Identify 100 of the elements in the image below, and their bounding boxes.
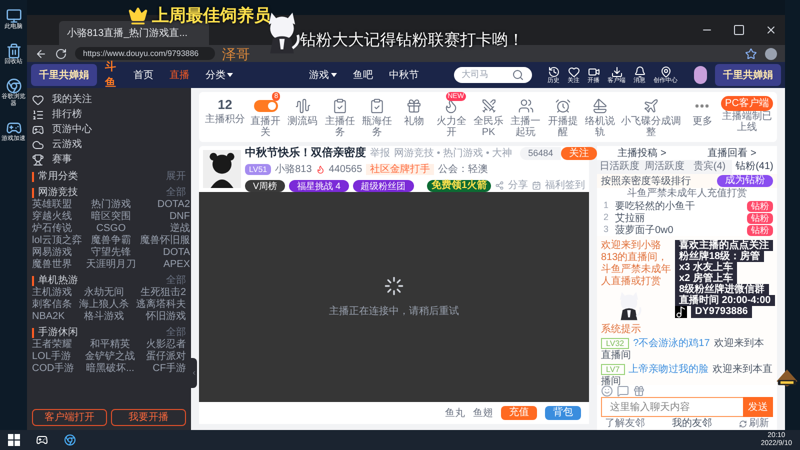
badge-pill[interactable]: 福星挑战 4 — [289, 180, 349, 192]
toolbar-item[interactable]: 测流码 — [288, 116, 318, 127]
category-link[interactable]: 魔兽怀旧服 — [140, 235, 190, 247]
message-icon[interactable] — [617, 385, 629, 397]
category-link[interactable]: 逃离塔科夫 — [136, 299, 186, 311]
category-link[interactable]: 蛋仔派对 — [146, 351, 186, 363]
tab[interactable]: 贵宾(4) — [687, 160, 732, 174]
more-link[interactable]: 展开 — [166, 169, 186, 184]
toolbar-item[interactable]: 更多 — [692, 116, 712, 127]
more-link[interactable]: 全部 — [166, 185, 186, 200]
rocket-button[interactable]: 免费领1火箭 — [427, 180, 491, 192]
category-link[interactable]: 英雄联盟 — [32, 199, 82, 211]
send-button[interactable]: 发送 — [743, 397, 773, 417]
join-fans-button[interactable]: 成为钻粉 — [717, 175, 773, 187]
category-link[interactable]: 海上狼人杀 — [76, 299, 132, 311]
follow-button[interactable]: 关注 — [561, 146, 598, 160]
toolbar-item[interactable]: 火力全开 — [434, 116, 469, 138]
category-link[interactable]: 天涯明月刀 — [86, 259, 136, 271]
taskbar-app-icon[interactable] — [36, 434, 48, 446]
toolbar-item[interactable]: 小飞碟分成调整 — [620, 116, 683, 138]
gift-icon[interactable] — [633, 385, 645, 397]
category-link[interactable]: 怀旧游戏 — [136, 311, 186, 323]
toolbar-item[interactable]: 全民乐PK — [470, 116, 506, 138]
recharge-button[interactable]: 充值 — [501, 406, 537, 420]
category-link[interactable]: 主机游戏 — [32, 287, 72, 299]
toolbar-item[interactable]: 开播提醒 — [545, 116, 580, 138]
category-link[interactable]: 热门游戏 — [86, 199, 136, 211]
rank-name[interactable]: 要吃轻然的小鱼干 — [615, 198, 743, 214]
category-link[interactable]: 守望先锋 — [86, 247, 136, 259]
category-link[interactable]: LOL手游 — [32, 351, 74, 363]
tab[interactable]: 日活跃度 — [597, 160, 642, 174]
back-icon[interactable] — [35, 48, 47, 60]
logo[interactable]: 斗鱼 — [105, 58, 122, 92]
bookmark-icon[interactable] — [745, 48, 757, 60]
category-link[interactable]: 魔兽争霸 — [86, 235, 136, 247]
category-link[interactable]: CF手游 — [146, 363, 186, 375]
friends-help-link[interactable]: 了解友邻 — [605, 416, 645, 431]
panel-link[interactable]: 直播回看 > — [708, 146, 756, 160]
category-link[interactable]: 王者荣耀 — [32, 339, 74, 351]
toolbar-item[interactable]: 络机说轨 — [582, 116, 618, 138]
category-link[interactable]: 火影忍者 — [146, 339, 186, 351]
sidebar-button[interactable]: 我要开播 — [111, 409, 186, 426]
tab[interactable]: 钻粉(41) — [732, 160, 777, 174]
emoji-icon[interactable] — [601, 385, 613, 397]
category-link[interactable]: 逆战 — [140, 223, 190, 235]
rank-name[interactable]: 艾拉丽 — [615, 210, 743, 226]
chat-input-field[interactable]: 这里输入聊天内容 — [601, 397, 743, 417]
start-icon[interactable] — [8, 434, 20, 446]
badge-pill[interactable]: 超级粉丝团 — [352, 180, 414, 192]
toolbar-item[interactable]: 礼物 — [404, 116, 424, 127]
maximize-icon[interactable] — [733, 24, 745, 36]
panel-link[interactable]: 主播投稿 > — [618, 146, 666, 160]
more-link[interactable]: 全部 — [166, 325, 186, 340]
taskbar-browser-icon[interactable] — [64, 434, 76, 446]
category-link[interactable]: 生死狙击2 — [136, 287, 186, 299]
nav-link[interactable]: 分类 — [201, 68, 238, 82]
toolbar-item[interactable]: 瓶海任务 — [359, 116, 395, 138]
sidebar-item[interactable]: 赛事 — [32, 152, 186, 167]
category-link[interactable]: 格斗游戏 — [76, 311, 132, 323]
sidebar-button[interactable]: 客户端打开 — [32, 409, 107, 426]
user-avatar[interactable] — [694, 66, 708, 84]
category-link[interactable]: COD手游 — [32, 363, 74, 375]
badge-pill[interactable]: V周榜 — [245, 180, 286, 192]
category-link[interactable]: DOTA2 — [140, 199, 190, 211]
bag-button[interactable]: 背包 — [545, 406, 581, 420]
nav-link[interactable]: 首页 — [129, 68, 158, 82]
tab[interactable]: 周活跃度 — [642, 160, 687, 174]
category-link[interactable]: NBA2K — [32, 311, 72, 323]
category-link[interactable]: 和平精英 — [78, 339, 142, 351]
category-link[interactable]: 穿越火线 — [32, 211, 82, 223]
sidebar-item[interactable]: 排行榜 — [32, 107, 186, 122]
more-link[interactable]: 全部 — [166, 273, 186, 288]
category-link[interactable]: 暗区突围 — [86, 211, 136, 223]
nav-link[interactable]: 鱼吧 — [348, 68, 377, 82]
profile-avatar[interactable] — [765, 48, 777, 60]
category-link[interactable]: 炉石传说 — [32, 223, 82, 235]
category-link[interactable]: 魔兽世界 — [32, 259, 82, 271]
sidebar-item[interactable]: 页游中心 — [32, 122, 186, 137]
sidebar-item[interactable]: 我的关注 — [32, 92, 186, 107]
reload-icon[interactable] — [55, 48, 67, 60]
category-link[interactable]: 金铲铲之战 — [78, 351, 142, 363]
refresh-link[interactable]: 刷新 — [749, 416, 769, 431]
sidebar-item[interactable]: 云游戏 — [32, 137, 186, 152]
category-link[interactable]: 刺客信条 — [32, 299, 72, 311]
nav-link[interactable]: 中秋节 — [384, 68, 423, 82]
search-field[interactable]: 大司马 — [454, 67, 532, 83]
toolbar-item[interactable]: 主播一起玩 — [508, 116, 544, 138]
category-link[interactable]: 永劫无间 — [76, 287, 132, 299]
category-link[interactable]: CSGO — [86, 223, 136, 235]
category-link[interactable]: APEX — [140, 259, 190, 271]
rank-name[interactable]: 菠萝面子0w0 — [615, 222, 743, 238]
toolbar-item[interactable]: 主播任务 — [322, 116, 358, 138]
close-icon[interactable] — [765, 24, 777, 36]
pc-client-button[interactable]: PC客户端 — [721, 96, 773, 111]
category-link[interactable]: DOTA — [140, 247, 190, 259]
category-link[interactable]: lol云顶之弈 — [32, 235, 82, 247]
collapse-handle[interactable] — [191, 358, 197, 388]
category-link[interactable]: 暗黑破坏... — [78, 363, 142, 375]
nav-link[interactable]: 直播 — [165, 68, 194, 82]
toggle-switch[interactable] — [254, 100, 278, 112]
